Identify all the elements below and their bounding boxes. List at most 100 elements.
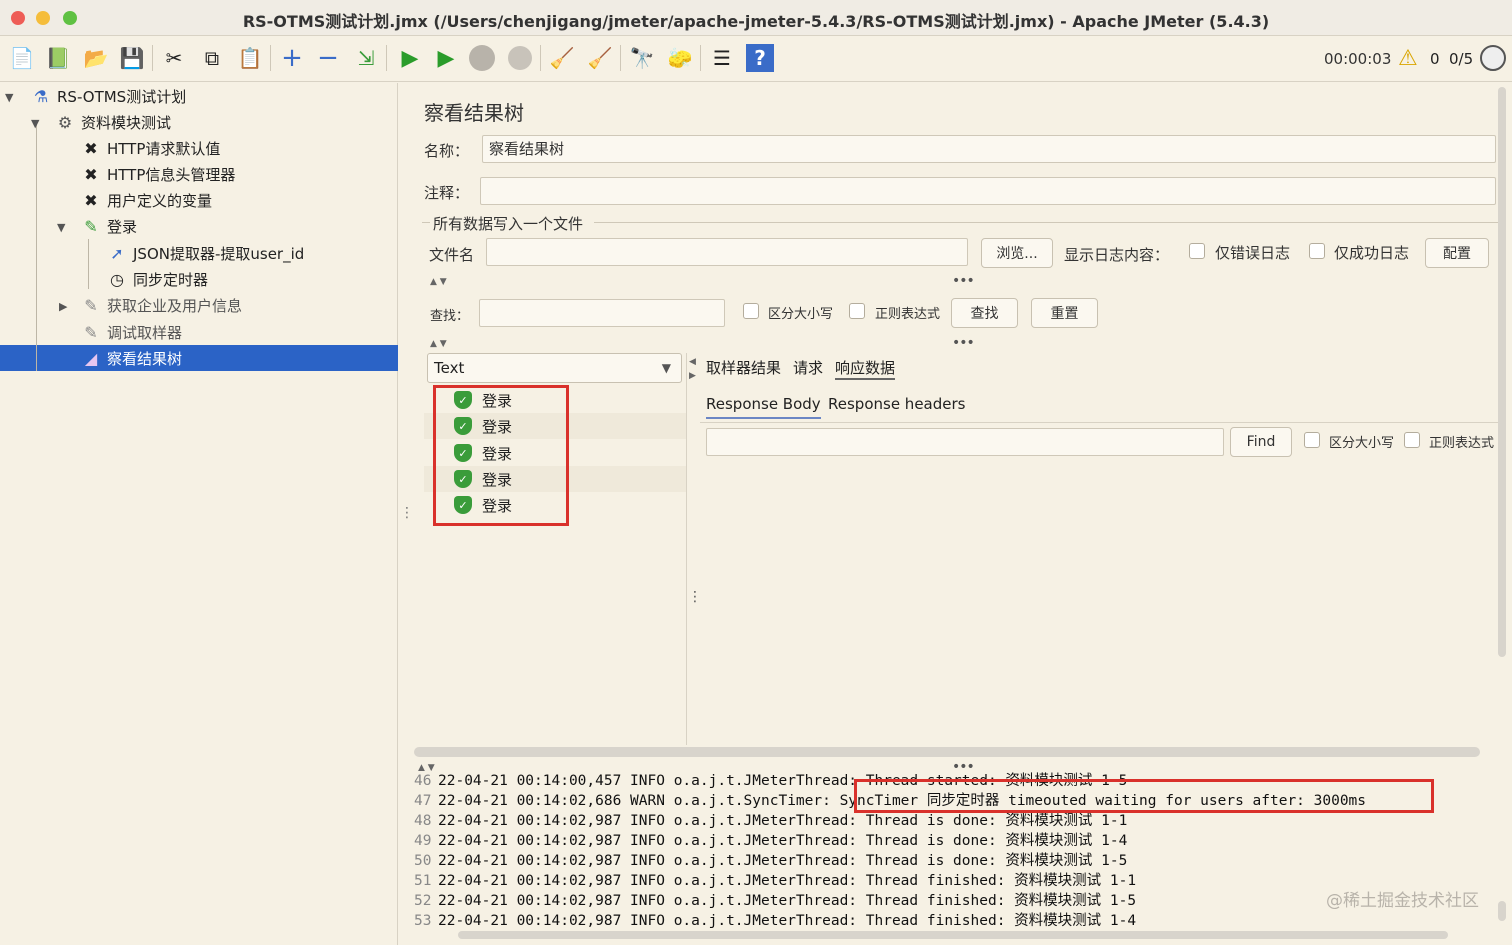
response-case-sensitive-checkbox[interactable]	[1304, 432, 1320, 448]
file-group-label: 所有数据写入一个文件	[433, 215, 584, 233]
selected-row-highlight	[0, 345, 398, 371]
tree-node-label: JSON提取器-提取user_id	[133, 244, 305, 263]
log-line: 51 22-04-21 00:14:02,987 INFO o.a.j.t.JMe…	[414, 871, 1136, 891]
tree-node-results-tree[interactable]: ◢ 察看结果树	[80, 345, 182, 371]
tree-node-header-manager[interactable]: ✖ HTTP信息头管理器	[80, 161, 235, 187]
group-border	[594, 222, 1498, 223]
search-input[interactable]	[479, 299, 725, 327]
response-find-button[interactable]: Find	[1230, 427, 1292, 457]
log-panel[interactable]: 46 22-04-21 00:14:00,457 INFO o.a.j.t.JMe…	[412, 771, 1512, 941]
vertical-scrollbar[interactable]	[1498, 87, 1506, 657]
vertical-splitter[interactable]: ◀ ▶ ⋮	[686, 353, 702, 745]
line-number: 48	[414, 813, 432, 829]
window-title: RS-OTMS测试计划.jmx (/Users/chenjigang/jmete…	[242, 12, 1270, 31]
splitter-dots[interactable]: •••	[952, 335, 975, 351]
success-only-checkbox[interactable]	[1309, 243, 1325, 259]
tree-node-user-variables[interactable]: ✖ 用户定义的变量	[80, 187, 212, 213]
comment-input[interactable]	[480, 177, 1496, 205]
start-no-pause-icon[interactable]: ▶	[432, 44, 460, 72]
case-sensitive-label: 区分大小写	[768, 307, 834, 322]
thread-group-icon: ⚙	[57, 112, 73, 132]
search-icon[interactable]: 🔭	[628, 44, 656, 72]
listener-icon: ◢	[84, 348, 98, 368]
tab-request[interactable]: 请求	[793, 357, 823, 380]
log-line: 52 22-04-21 00:14:02,987 INFO o.a.j.t.JMe…	[414, 891, 1136, 911]
tab-response-body[interactable]: Response Body	[706, 395, 821, 419]
highlight-box	[433, 385, 569, 526]
highlight-box	[854, 779, 1434, 813]
stop-icon[interactable]	[468, 44, 496, 72]
warning-icon[interactable]: ⚠	[1398, 46, 1418, 71]
tab-sampler-result[interactable]: 取样器结果	[706, 357, 781, 380]
response-find-input[interactable]	[706, 428, 1224, 456]
clear-all-icon[interactable]: 🧹	[586, 44, 614, 72]
response-regex-checkbox[interactable]	[1404, 432, 1420, 448]
regex-label: 正则表达式	[875, 307, 941, 322]
cut-icon[interactable]: ✂	[160, 44, 188, 72]
configure-button[interactable]: 配置	[1425, 238, 1489, 268]
timer-icon: ◷	[110, 269, 124, 289]
toolbar-separator	[540, 45, 541, 71]
toggle-icon[interactable]: ⇲	[352, 44, 380, 72]
splitter-arrows-icon[interactable]: ◀	[689, 357, 696, 367]
help-icon[interactable]: ?	[746, 44, 774, 72]
renderer-select[interactable]: Text ▼	[427, 353, 682, 383]
log-text: 22-04-21 00:14:02,987 INFO o.a.j.t.JMete…	[438, 813, 1128, 829]
tree-node-label: RS-OTMS测试计划	[57, 87, 187, 106]
function-helper-icon[interactable]: ☰	[708, 44, 736, 72]
tree-node-debug-sampler[interactable]: ✎ 调试取样器	[80, 319, 182, 345]
expand-icon[interactable]: +	[278, 43, 306, 73]
tab-response-headers[interactable]: Response headers	[828, 395, 965, 413]
templates-icon[interactable]: 📗	[44, 44, 72, 72]
name-input[interactable]: 察看结果树	[482, 135, 1496, 163]
remote-icon[interactable]	[1480, 45, 1506, 71]
tree-node-login[interactable]: ✎ 登录	[80, 213, 137, 239]
tree-node-http-defaults[interactable]: ✖ HTTP请求默认值	[80, 135, 220, 161]
title-bar: RS-OTMS测试计划.jmx (/Users/chenjigang/jmete…	[0, 0, 1512, 36]
reset-button[interactable]: 重置	[1031, 298, 1098, 328]
collapse-arrow-icon[interactable]: ▼	[5, 91, 13, 104]
toolbar-separator	[620, 45, 621, 71]
browse-button[interactable]: 浏览...	[981, 238, 1053, 268]
toolbar-separator	[386, 45, 387, 71]
splitter-arrows-icon[interactable]: ▶	[689, 371, 696, 381]
expand-arrow-icon[interactable]: ▶	[59, 300, 67, 313]
find-button[interactable]: 查找	[951, 298, 1018, 328]
success-only-label: 仅成功日志	[1334, 244, 1410, 262]
tree-node-get-info[interactable]: ✎ 获取企业及用户信息	[80, 292, 242, 318]
splitter-arrows-icon[interactable]: ▲ ▼	[430, 339, 447, 349]
log-horizontal-scrollbar[interactable]	[458, 931, 1448, 939]
tab-response-data[interactable]: 响应数据	[835, 357, 896, 380]
collapse-icon[interactable]: −	[314, 43, 342, 73]
splitter-handle[interactable]: ⋮	[688, 589, 702, 605]
regex-checkbox[interactable]	[849, 303, 865, 319]
chevron-down-icon: ▼	[661, 361, 671, 375]
horizontal-scrollbar[interactable]	[414, 747, 1480, 757]
tree-node-json-extractor[interactable]: ➚ JSON提取器-提取user_id	[106, 240, 304, 266]
errors-only-label: 仅错误日志	[1215, 244, 1291, 262]
tree-node-thread-group[interactable]: ⚙ 资料模块测试	[54, 109, 171, 135]
open-icon[interactable]: 📂	[82, 44, 110, 72]
errors-only-checkbox[interactable]	[1189, 243, 1205, 259]
reset-search-icon[interactable]: 🧽	[666, 44, 694, 72]
filename-input[interactable]	[486, 238, 968, 266]
new-icon[interactable]: 📄	[8, 44, 36, 72]
tree-line	[36, 121, 37, 371]
start-icon[interactable]: ▶	[396, 44, 424, 72]
log-vertical-scrollbar[interactable]	[1498, 901, 1506, 921]
clear-icon[interactable]: 🧹	[548, 44, 576, 72]
paste-icon[interactable]: 📋	[236, 44, 264, 72]
case-sensitive-checkbox[interactable]	[743, 303, 759, 319]
copy-icon[interactable]: ⧉	[198, 44, 226, 72]
tree-node-label: HTTP信息头管理器	[107, 165, 236, 184]
splitter-dots[interactable]: •••	[952, 273, 975, 289]
splitter-arrows-icon[interactable]: ▲ ▼	[430, 277, 447, 287]
save-icon[interactable]: 💾	[118, 44, 146, 72]
sampler-icon: ✎	[84, 216, 98, 236]
tree-node-sync-timer[interactable]: ◷ 同步定时器	[106, 266, 208, 292]
tree-node-test-plan[interactable]: ⚗ RS-OTMS测试计划	[30, 83, 186, 109]
shutdown-icon[interactable]	[506, 44, 534, 72]
collapse-arrow-icon[interactable]: ▼	[57, 221, 65, 234]
result-tabs: 取样器结果 请求 响应数据	[706, 357, 896, 380]
collapse-arrow-icon[interactable]: ▼	[31, 117, 39, 130]
